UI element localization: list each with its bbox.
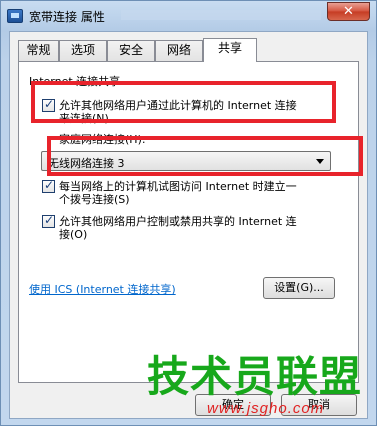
allow-control-label-line1: 允许其他网络用户控制或禁用共享的 Internet 连 — [59, 215, 297, 228]
checkmark-icon: ✓ — [43, 213, 55, 227]
watermark-url: www.jsgho.com — [207, 400, 325, 417]
home-network-value: 无线网络连接 3 — [48, 157, 125, 170]
tab-sharing[interactable]: 共享 — [203, 38, 257, 62]
close-button[interactable]: ✕ — [327, 2, 370, 21]
title-blur — [121, 10, 321, 20]
tab-security[interactable]: 安全 — [107, 40, 155, 61]
dial-on-demand-label-line1: 每当网络上的计算机试图访问 Internet 时建立一 — [59, 180, 297, 193]
home-network-label: 家庭网络连接(H): — [59, 133, 146, 146]
sharing-panel: Internet 连接共享 ✓ 允许其他网络用户通过此计算机的 Internet… — [18, 61, 359, 383]
ics-help-link[interactable]: 使用 ICS (Internet 连接共享) — [29, 281, 176, 297]
chevron-down-icon — [316, 159, 324, 164]
title-bar[interactable]: 宽带连接 属性 ✕ — [1, 1, 376, 31]
tab-options[interactable]: 选项 — [59, 40, 107, 61]
allow-share-label-line2: 来连接(N) — [59, 112, 109, 125]
allow-control-checkbox[interactable]: ✓ — [42, 213, 55, 228]
dial-on-demand-checkbox[interactable]: ✓ — [42, 178, 55, 193]
section-title: Internet 连接共享 — [29, 75, 121, 88]
dial-on-demand-label-line2: 个拨号连接(S) — [59, 193, 130, 206]
tab-general[interactable]: 常规 — [18, 40, 59, 61]
allow-share-checkbox[interactable]: ✓ — [42, 97, 55, 112]
network-connection-icon — [7, 9, 23, 23]
watermark-logo: 技术员联盟 — [147, 352, 363, 401]
allow-control-label-line2: 接(O) — [59, 228, 88, 241]
window-title: 宽带连接 属性 — [29, 10, 105, 24]
tab-networking[interactable]: 网络 — [155, 40, 203, 61]
allow-share-label-line1: 允许其他网络用户通过此计算机的 Internet 连接 — [59, 99, 297, 112]
properties-window: 宽带连接 属性 ✕ 常规 选项 安全 网络 共享 Internet 连接共享 ✓… — [0, 0, 377, 426]
settings-button[interactable]: 设置(G)... — [263, 277, 335, 299]
checkmark-icon: ✓ — [43, 178, 55, 192]
checkmark-icon: ✓ — [43, 97, 55, 111]
home-network-select[interactable]: 无线网络连接 3 — [41, 151, 331, 171]
